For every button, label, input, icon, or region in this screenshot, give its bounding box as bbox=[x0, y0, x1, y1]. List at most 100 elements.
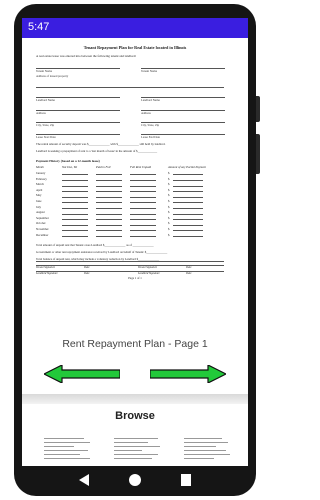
form-line bbox=[173, 213, 203, 215]
form-line bbox=[130, 174, 156, 176]
form-line bbox=[62, 174, 88, 176]
thumbnail-page[interactable] bbox=[108, 432, 166, 466]
city-label: City, State, Zip bbox=[141, 123, 160, 127]
tenant-name-label: Tenant Name bbox=[141, 69, 158, 73]
dollar-sign: $ bbox=[168, 193, 170, 198]
landlord-signature-label: Landlord Signature bbox=[138, 272, 160, 275]
history-header: Full Rent Unpaid bbox=[130, 165, 151, 169]
form-line bbox=[96, 219, 122, 221]
dollar-sign: $ bbox=[168, 176, 170, 181]
form-line bbox=[96, 213, 122, 215]
month-label: May bbox=[36, 193, 42, 198]
back-icon[interactable] bbox=[78, 473, 90, 487]
month-label: December bbox=[36, 232, 49, 237]
month-label: October bbox=[36, 221, 46, 226]
form-line bbox=[130, 202, 156, 204]
form-line bbox=[36, 261, 224, 262]
dollar-sign: $ bbox=[168, 227, 170, 231]
month-label: September bbox=[36, 215, 49, 220]
government-note: Government or other rent repayment assis… bbox=[36, 250, 168, 254]
month-label: November bbox=[36, 227, 49, 231]
volume-button bbox=[256, 96, 260, 122]
browse-thumbnails[interactable] bbox=[38, 430, 234, 466]
browse-heading: Browse bbox=[115, 410, 155, 422]
dollar-sign: $ bbox=[168, 171, 170, 175]
home-icon[interactable] bbox=[128, 473, 142, 487]
form-line bbox=[36, 110, 120, 111]
lease-start-label: Lease Start Date bbox=[36, 135, 56, 139]
form-line bbox=[96, 191, 122, 193]
lease-end-label: Lease End Date bbox=[141, 135, 160, 139]
month-label: March bbox=[36, 182, 44, 187]
form-line bbox=[62, 185, 88, 187]
dollar-sign: $ bbox=[168, 204, 170, 209]
date-label: Date bbox=[186, 266, 192, 269]
form-line bbox=[173, 236, 203, 237]
form-line bbox=[96, 180, 122, 181]
status-time: 5:47 bbox=[28, 21, 50, 33]
city-label: City, State, Zip bbox=[36, 123, 55, 127]
tenant-signature-label: Tenant Signature bbox=[36, 266, 55, 269]
form-line bbox=[173, 185, 203, 187]
form-line bbox=[96, 236, 122, 237]
total-unpaid-text: Total amount of unpaid rent that Tenant … bbox=[36, 243, 154, 247]
month-label: July bbox=[36, 204, 42, 209]
dollar-sign: $ bbox=[168, 215, 170, 220]
month-label: June bbox=[36, 199, 42, 203]
form-line bbox=[173, 230, 203, 232]
form-line bbox=[36, 87, 224, 88]
form-line bbox=[130, 208, 156, 209]
landlord-name-label: Landlord Name bbox=[36, 98, 55, 102]
navigation-bar bbox=[22, 466, 248, 496]
history-title: Payment History (based on a 12-month lea… bbox=[36, 159, 100, 163]
form-line bbox=[173, 224, 203, 226]
form-line bbox=[130, 219, 156, 221]
landlord-signature-label: Landlord Signature bbox=[36, 272, 58, 275]
recents-icon[interactable] bbox=[180, 473, 192, 487]
form-line bbox=[36, 265, 224, 266]
form-line bbox=[130, 213, 156, 215]
next-page-arrow-icon[interactable] bbox=[150, 365, 226, 383]
month-label: April bbox=[36, 187, 43, 192]
form-line bbox=[62, 180, 88, 181]
history-header: Amount of any Partial Payment bbox=[168, 165, 206, 169]
rent-sentence: The rental amount of security deposit wa… bbox=[36, 142, 166, 146]
form-line bbox=[173, 219, 203, 221]
history-header: Paid in Full bbox=[96, 165, 111, 169]
form-line bbox=[130, 196, 156, 198]
shortfall-sentence: Landlord is seeking a prepayment of rent… bbox=[36, 149, 158, 153]
form-line bbox=[96, 196, 122, 198]
form-line bbox=[62, 224, 88, 226]
date-label: Date bbox=[84, 266, 90, 269]
address-label: Address bbox=[141, 111, 151, 115]
date-label: Date bbox=[84, 272, 90, 275]
thumbnail-page[interactable] bbox=[38, 432, 96, 466]
landlord-name-label: Landlord Name bbox=[141, 98, 160, 102]
previous-page-arrow-icon[interactable] bbox=[44, 365, 120, 383]
document-preview[interactable]: Tenant Repayment Plan for Real Estate lo… bbox=[26, 40, 244, 280]
phone-frame: 5:47 Tenant Repayment Plan for Real Esta… bbox=[14, 4, 260, 496]
page-indicator: Page 1 of 1 bbox=[128, 276, 142, 280]
form-line bbox=[173, 174, 203, 176]
form-line bbox=[173, 196, 203, 198]
premises-label: Address of leased property bbox=[36, 74, 69, 78]
month-label: January bbox=[36, 171, 46, 175]
form-line bbox=[96, 202, 122, 204]
dollar-sign: $ bbox=[168, 199, 170, 203]
form-line bbox=[96, 230, 122, 232]
thumbnail-page[interactable] bbox=[178, 432, 234, 466]
form-line bbox=[173, 180, 203, 181]
tenant-name-label: Tenant Name bbox=[36, 69, 53, 73]
form-line bbox=[62, 202, 88, 204]
history-header: Not Due, Yet bbox=[62, 165, 78, 169]
address-label: Address bbox=[36, 111, 46, 115]
form-line bbox=[62, 236, 88, 237]
document-title: Tenant Repayment Plan for Real Estate lo… bbox=[83, 45, 187, 50]
form-line bbox=[62, 213, 88, 215]
month-label: February bbox=[36, 176, 47, 181]
form-line bbox=[96, 224, 122, 226]
date-label: Date bbox=[186, 272, 192, 275]
form-line bbox=[96, 185, 122, 187]
form-line bbox=[130, 185, 156, 187]
form-line bbox=[130, 191, 156, 193]
